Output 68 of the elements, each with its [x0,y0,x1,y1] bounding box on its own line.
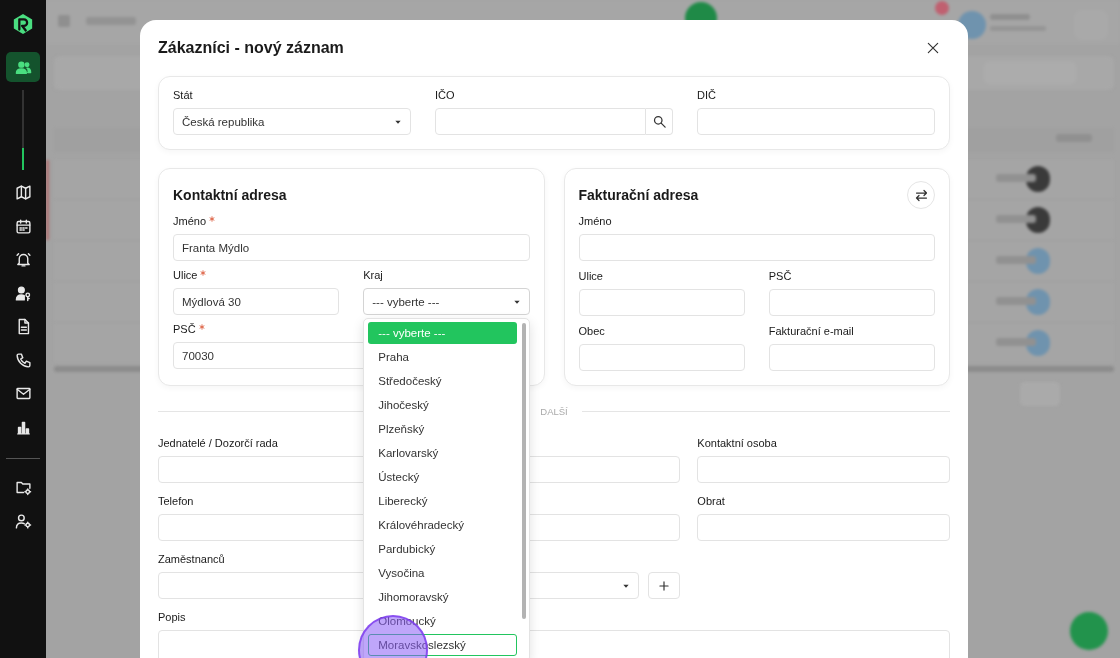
input-field[interactable] [578,344,745,371]
input-field[interactable] [697,514,950,541]
logo-icon [12,12,34,36]
dropdown-option[interactable]: Plzeňský [368,418,517,440]
dropdown-option[interactable]: Jihočeský [368,394,517,416]
field-label: Ulice [578,270,603,282]
field-label: IČO [435,89,455,101]
field-label: PSČ [173,323,196,335]
dropdown-option[interactable]: Královéhradecký [368,514,517,536]
dropdown-option[interactable]: Středočeský [368,370,517,392]
swap-button[interactable] [907,181,935,209]
card-title: Fakturační adresa [578,187,699,203]
card-title: Kontaktní adresa [173,187,287,203]
field-label: Kraj [363,269,383,281]
bell-icon [14,251,32,268]
required-icon [209,216,216,222]
input-field[interactable] [435,108,646,135]
user-key-icon [14,284,32,302]
input-field[interactable] [697,456,950,483]
search-icon [651,114,667,129]
map-icon [14,184,32,201]
field-label: Zaměstnanců [158,553,225,565]
field-label: Jméno [173,215,207,227]
calendar-icon [14,217,32,235]
input-field[interactable] [578,289,745,316]
input-field[interactable] [697,108,935,135]
field-label: PSČ [768,270,792,282]
input-field[interactable] [768,344,935,371]
field-label: Telefon [158,495,194,507]
scrollbar[interactable] [521,323,526,619]
swap-arrows-icon [913,187,929,203]
dropdown-option[interactable]: Jihomoravský [368,586,517,608]
search-button[interactable] [646,108,673,135]
field-label: Jméno [578,215,612,227]
required-icon [198,324,205,330]
required-icon [200,270,207,276]
close-icon [926,41,940,55]
field-label: DIČ [697,89,716,101]
dropdown-option[interactable]: Praha [368,346,517,368]
dropdown-option[interactable]: Liberecký [368,490,517,512]
field-label: Jednatelé / Dozorčí rada [158,437,278,449]
select-field[interactable]: --- vyberte --- [363,288,530,315]
plus-icon [657,578,672,593]
dialog-title: Zákazníci - nový záznam [158,39,344,57]
folder-gear-icon [14,479,32,496]
user-gear-icon [14,512,32,530]
dropdown-option[interactable]: Karlovarský [368,442,517,464]
input-field[interactable] [578,234,935,261]
field-label: Fakturační e-mail [768,325,854,337]
field-label: Kontaktní osoba [697,437,777,449]
section-divider-label: DALŠÍ [540,406,568,417]
users-icon [14,58,32,76]
field-label: Obrat [697,495,725,507]
dropdown-option[interactable]: Vysočina [368,562,517,584]
input-field[interactable]: Franta Mýdlo [173,234,530,261]
input-field[interactable] [768,289,935,316]
field-label: Ulice [173,269,198,281]
field-label: Stát [173,89,193,101]
field-label: Obec [578,325,605,337]
add-button[interactable] [648,572,681,599]
mail-icon [14,385,32,402]
field-label: Popis [158,611,186,623]
select-field[interactable]: Česká republika [173,108,411,135]
dropdown-option[interactable]: Ústecký [368,466,517,488]
phone-icon [14,351,32,369]
sidebar-item[interactable] [6,52,40,82]
input-field[interactable]: Mýdlová 30 [173,288,340,315]
dropdown-option[interactable]: Pardubický [368,538,517,560]
